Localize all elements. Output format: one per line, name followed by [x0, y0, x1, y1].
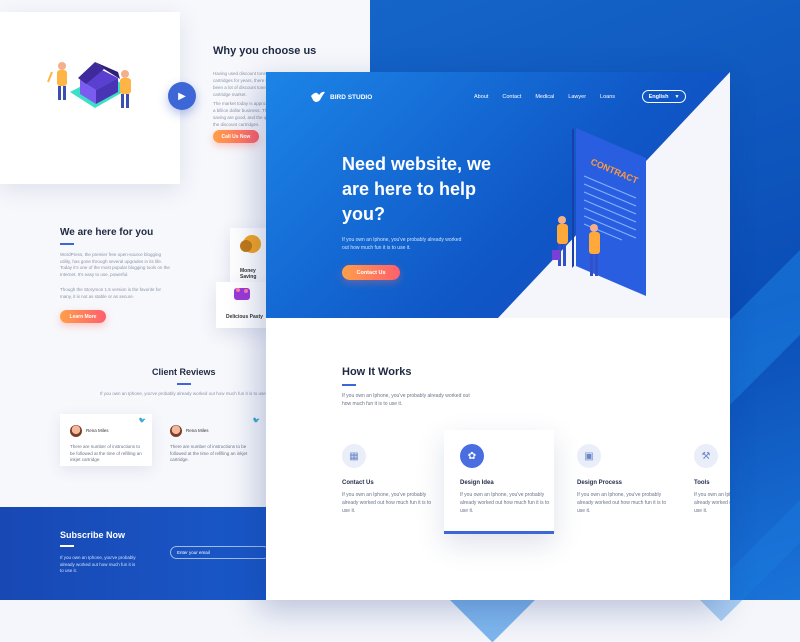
language-label: English: [648, 93, 669, 100]
landing-page: BIRD STUDIO About Contact Medical Lawyer…: [266, 72, 730, 600]
review-text: There are number of instructions to be f…: [70, 444, 142, 462]
review-text: There are number of instructions to be f…: [170, 444, 248, 462]
hero-title: Need website, we are here to help you?: [342, 154, 492, 224]
subscribe-text: If you own an Iphone, you've probably al…: [60, 555, 136, 573]
review-card: 🐦 Rena Miles There are number of instruc…: [60, 414, 152, 466]
step-text: If you own an Iphone, you've probably al…: [460, 492, 550, 514]
review-card: 🐦 Rena Miles There are number of instruc…: [160, 414, 266, 466]
nav-item-lawyer[interactable]: Lawyer: [568, 94, 586, 100]
illustration-card: [0, 12, 180, 184]
contact-us-button[interactable]: Contact Us: [342, 265, 400, 280]
title-underline: [60, 545, 74, 547]
hero-subtitle: If you own an Iphone, you've probably al…: [342, 237, 462, 251]
reviewer-name: Rena Miles: [186, 428, 209, 434]
how-subtitle: If you own an Iphone, you've probably al…: [342, 393, 470, 407]
step-title: Design Process: [577, 480, 623, 486]
step-title: Design Idea: [460, 480, 494, 486]
subscribe-title: Subscribe Now: [60, 530, 126, 540]
reviewer-name: Rena Miles: [86, 428, 109, 434]
twitter-icon: 🐦: [252, 418, 260, 424]
here-text: WordPress, the premier free open-source …: [60, 252, 170, 277]
avatar: [170, 424, 182, 437]
design-idea-icon: ✿: [460, 444, 484, 468]
step-card[interactable]: ▣ Design Process If you own an Iphone, y…: [577, 430, 687, 534]
nav-item-contact[interactable]: Contact: [502, 94, 521, 100]
nav-item-medical[interactable]: Medical: [535, 94, 554, 100]
title-underline: [342, 384, 356, 386]
here-text: Though the Storymon 1.5 version is the f…: [60, 287, 162, 299]
logo-text: BIRD STUDIO: [330, 93, 373, 101]
step-title: Tools: [694, 480, 710, 486]
title-underline: [177, 383, 191, 385]
feature-card: Delicious Pasty: [216, 282, 270, 328]
main-nav: About Contact Medical Lawyer Loans: [474, 94, 615, 100]
bird-logo-icon: [311, 91, 325, 102]
how-title: How It Works: [342, 366, 412, 378]
pastry-icon: [234, 288, 250, 300]
step-text: If you own an Iphone, you've probably al…: [342, 492, 432, 514]
email-field[interactable]: Enter your email: [170, 546, 270, 559]
partial-card: [426, 580, 494, 600]
here-title: We are here for you: [60, 227, 154, 238]
tools-icon: ⚒: [694, 444, 718, 468]
contact-icon: ▦: [342, 444, 366, 468]
logo[interactable]: BIRD STUDIO: [310, 90, 372, 104]
reviews-subtitle: If you own an Iphone, you've probably al…: [100, 391, 271, 396]
step-card[interactable]: ✿ Design Idea If you own an Iphone, you'…: [444, 430, 554, 534]
step-card[interactable]: ▦ Contact Us If you own an Iphone, you'v…: [342, 430, 452, 534]
learn-more-button[interactable]: Learn More: [60, 310, 106, 323]
nav-item-loans[interactable]: Loans: [600, 94, 615, 100]
contract-illustration: CONTRACT: [552, 128, 646, 296]
play-button[interactable]: ▶: [168, 82, 196, 110]
title-underline: [60, 243, 74, 245]
step-title: Contact Us: [342, 480, 374, 486]
call-us-button[interactable]: Call Us Now: [213, 130, 259, 143]
money-icon: [240, 235, 261, 253]
step-card[interactable]: ⚒ Tools If you own an Iphone, you've pro…: [694, 430, 730, 534]
nav-item-about[interactable]: About: [474, 94, 488, 100]
play-icon: ▶: [178, 90, 186, 102]
avatar: [70, 424, 82, 437]
feature-card: Money Saving: [230, 228, 270, 284]
language-select[interactable]: English ▼: [642, 90, 686, 103]
feature-label: Delicious Pasty: [226, 314, 263, 320]
step-text: If you own an Iphone, you've probably al…: [694, 492, 730, 514]
step-text: If you own an Iphone, you've probably al…: [577, 492, 667, 514]
twitter-icon: 🐦: [138, 418, 146, 424]
design-process-icon: ▣: [577, 444, 601, 468]
chevron-down-icon: ▼: [674, 93, 680, 100]
reviews-title: Client Reviews: [152, 367, 216, 377]
why-title: Why you choose us: [213, 45, 317, 57]
house-illustration: [47, 62, 131, 108]
